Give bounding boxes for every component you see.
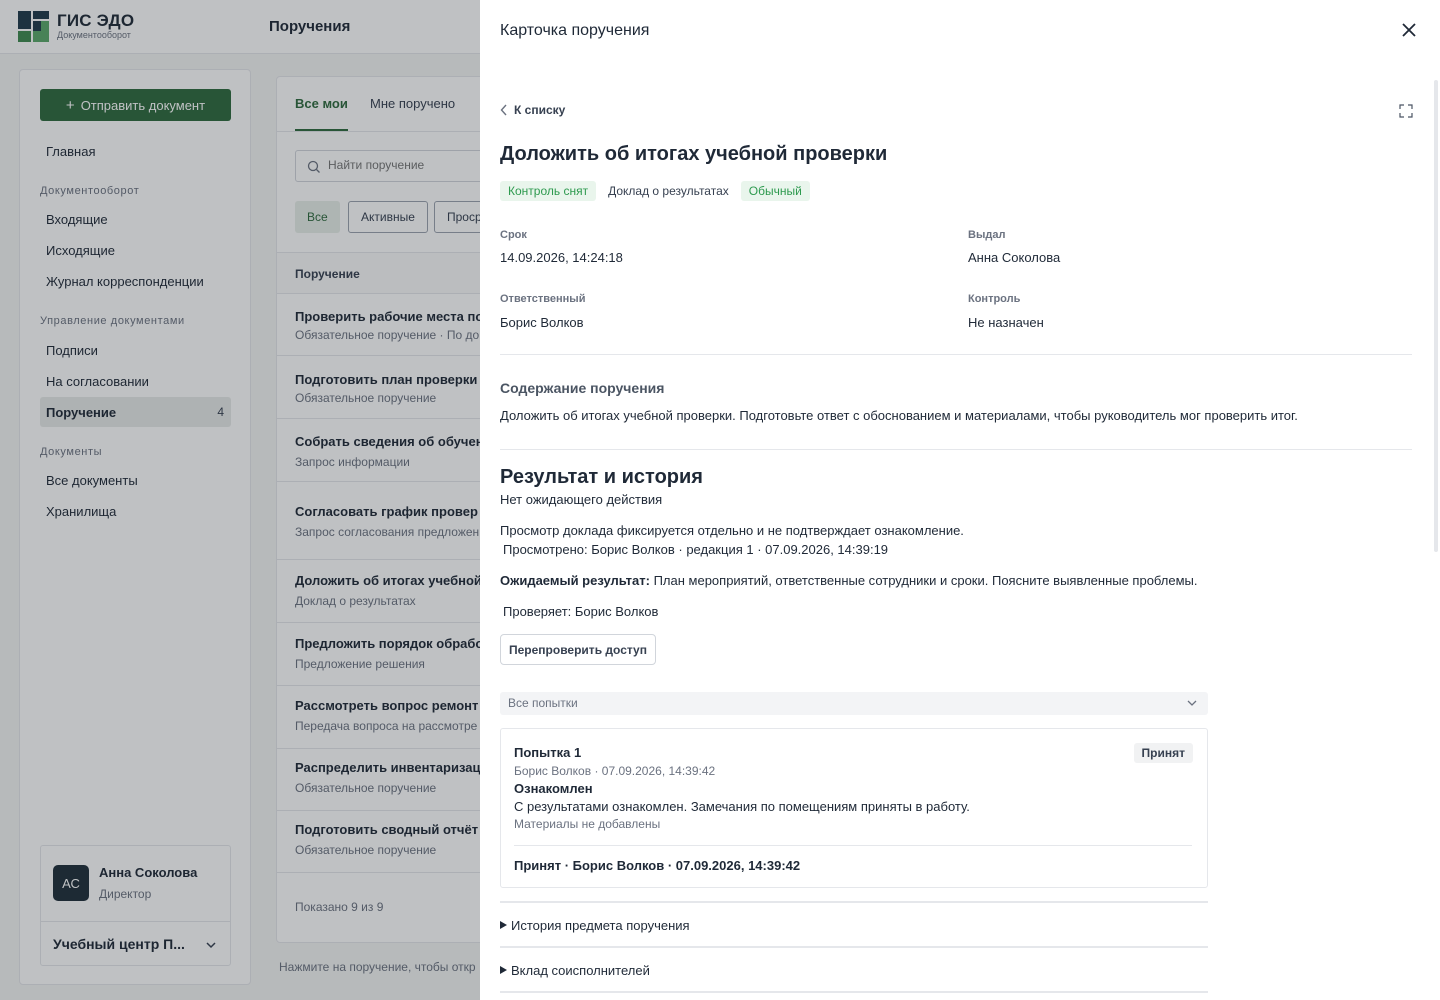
expand-icon[interactable] [1399, 104, 1413, 118]
disclosure-triangle-icon [500, 921, 507, 929]
attempt-comment: С результатами ознакомлен. Замечания по … [514, 799, 970, 814]
attempt-title: Попытка 1 [514, 745, 582, 760]
chevron-left-icon [500, 104, 507, 116]
back-to-list-link[interactable]: К списку [500, 103, 565, 117]
attempts-select[interactable]: Все попытки [500, 692, 1208, 715]
modal-backdrop[interactable] [0, 0, 480, 1000]
viewed-text: Просмотрено: Борис Волков · редакция 1 ·… [503, 542, 889, 557]
attempt-card: Попытка 1 Принят Борис Волков · 07.09.20… [500, 728, 1208, 888]
back-label: К списку [514, 103, 566, 117]
expected-result-label: Ожидаемый результат: [500, 573, 650, 588]
scrollbar[interactable] [1434, 80, 1438, 552]
view-note-text: Просмотр доклада фиксируется отдельно и … [500, 523, 964, 538]
content-text: Доложить об итогах учебной проверки. Под… [500, 408, 1298, 423]
expected-result-value: План мероприятий, ответственные сотрудни… [653, 573, 1198, 588]
divider [500, 449, 1412, 450]
responsible-label: Ответственный [500, 293, 586, 305]
attempt-status-badge: Принят [1133, 743, 1193, 763]
attempt-meta: Борис Волков · 07.09.2026, 14:39:42 [514, 764, 716, 778]
divider [500, 354, 1412, 355]
control-value: Не назначен [968, 315, 1044, 330]
disclosure-triangle-icon [500, 966, 507, 974]
type-badge: Доклад о результатах [608, 184, 729, 198]
issuer-value: Анна Соколова [968, 250, 1061, 265]
section-label: История предмета поручения [511, 918, 690, 933]
content-heading: Содержание поручения [500, 380, 665, 396]
priority-badge: Обычный [740, 181, 810, 201]
status-badges: Контроль снят Доклад о результатах Обычн… [500, 181, 810, 201]
attempt-accepted: Принят · Борис Волков · 07.09.2026, 14:3… [514, 858, 801, 873]
expected-result-text: Ожидаемый результат: План мероприятий, о… [500, 573, 1198, 588]
result-heading: Результат и история [500, 466, 703, 488]
responsible-value: Борис Волков [500, 315, 584, 330]
attempts-select-value: Все попытки [508, 696, 578, 710]
checker-text: Проверяет: Борис Волков [503, 604, 659, 619]
no-pending-text: Нет ожидающего действия [500, 492, 663, 507]
attempt-status: Ознакомлен [514, 781, 593, 796]
assignment-title: Доложить об итогах учебной проверки [500, 143, 888, 165]
divider [514, 845, 1192, 846]
divider [500, 991, 1208, 993]
chevron-down-icon [1187, 700, 1197, 706]
deadline-label: Срок [500, 229, 527, 241]
section-label: Вклад соисполнителей [511, 963, 650, 978]
deadline-value: 14.09.2026, 14:24:18 [500, 250, 623, 265]
section-subject-history[interactable]: История предмета поручения [500, 901, 1208, 946]
status-badge-control: Контроль снят [500, 181, 597, 201]
close-button[interactable] [1398, 20, 1420, 42]
attempt-materials: Материалы не добавлены [514, 817, 661, 831]
drawer-title: Карточка поручения [500, 22, 650, 39]
control-label: Контроль [968, 293, 1021, 305]
issuer-label: Выдал [968, 229, 1006, 241]
close-icon [1402, 22, 1416, 37]
assignment-card-drawer: Карточка поручения К списку Доложить об … [480, 0, 1440, 1000]
section-coexecutors[interactable]: Вклад соисполнителей [500, 946, 1208, 991]
recheck-access-button[interactable]: Перепроверить доступ [500, 634, 656, 665]
